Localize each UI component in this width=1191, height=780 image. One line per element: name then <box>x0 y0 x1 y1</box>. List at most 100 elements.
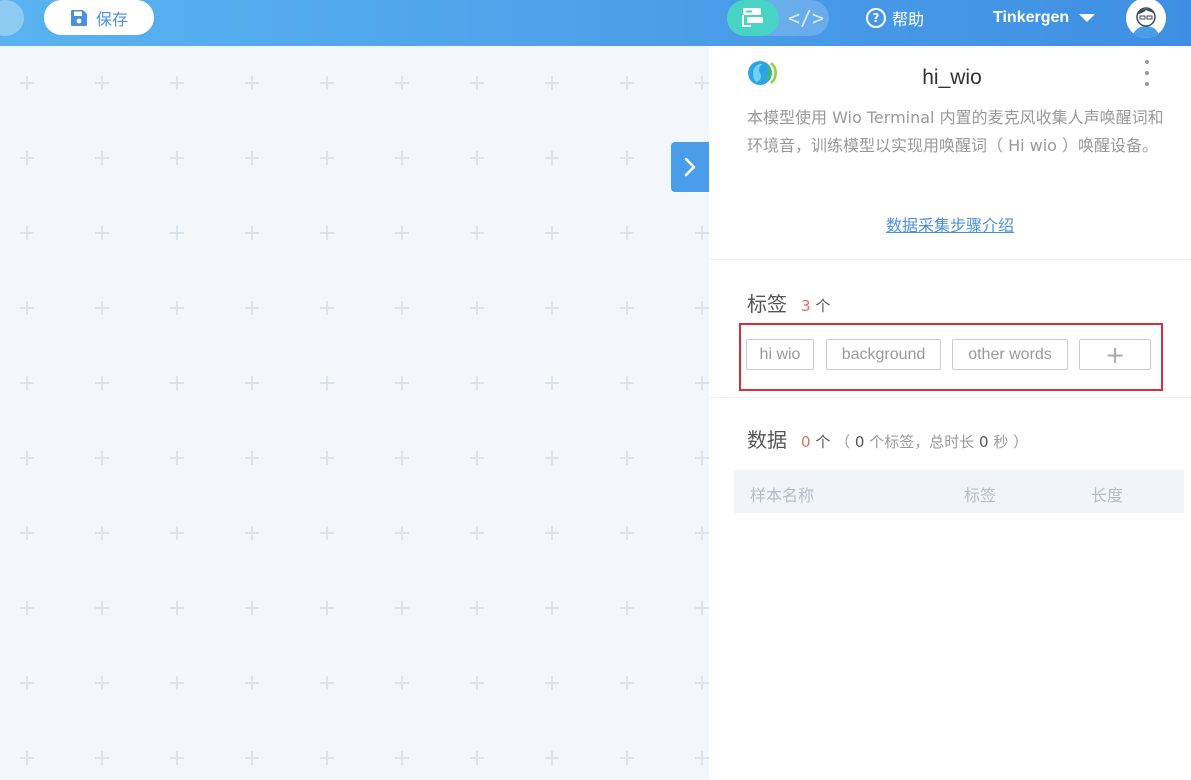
grid-plus-mark <box>170 751 184 765</box>
grid-plus-mark <box>245 226 259 240</box>
grid-plus-mark <box>695 526 709 540</box>
model-panel: hi_wio 本模型使用 Wio Terminal 内置的麦克风收集人声唤醒词和… <box>709 46 1191 780</box>
labels-count-unit: 个 <box>815 297 831 315</box>
block-workspace[interactable] <box>0 46 709 780</box>
column-label[interactable]: 标签 <box>964 482 996 506</box>
data-label-count-unit: 个标签，总时长 <box>869 433 975 451</box>
grid-plus-mark <box>245 76 259 90</box>
grid-plus-mark <box>95 676 109 690</box>
grid-plus-mark <box>320 376 334 390</box>
grid-plus-mark <box>20 751 34 765</box>
grid-plus-mark <box>95 76 109 90</box>
floppy-disk-icon <box>70 9 87 26</box>
grid-plus-mark <box>620 76 634 90</box>
code-mode-button[interactable]: </> <box>783 0 829 36</box>
grid-plus-mark <box>470 301 484 315</box>
grid-plus-mark <box>320 76 334 90</box>
grid-plus-mark <box>320 526 334 540</box>
user-name: Tinkergen <box>993 9 1070 26</box>
grid-plus-mark <box>695 76 709 90</box>
labels-count-number: 3 <box>801 297 811 315</box>
grid-plus-mark <box>20 526 34 540</box>
grid-plus-mark <box>470 601 484 615</box>
grid-plus-mark <box>95 301 109 315</box>
grid-plus-mark <box>170 526 184 540</box>
grid-plus-mark <box>320 451 334 465</box>
grid-plus-mark <box>245 301 259 315</box>
grid-plus-mark <box>20 601 34 615</box>
grid-plus-mark <box>545 226 559 240</box>
grid-plus-mark <box>695 376 709 390</box>
grid-plus-mark <box>20 451 34 465</box>
grid-plus-mark <box>545 451 559 465</box>
grid-plus-mark <box>170 601 184 615</box>
data-section-title: 数据 0 个 （ 0 个标签，总时长 0 秒 ） <box>747 424 1028 453</box>
data-total-duration: 0 <box>979 433 989 451</box>
grid-plus-mark <box>20 151 34 165</box>
save-button[interactable]: 保存 <box>44 0 154 35</box>
data-collection-steps-link[interactable]: 数据采集步骤介绍 <box>709 212 1191 236</box>
grid-plus-mark <box>20 76 34 90</box>
grid-plus-mark <box>320 751 334 765</box>
grid-plus-mark <box>470 376 484 390</box>
kebab-menu-icon[interactable] <box>1137 60 1157 86</box>
grid-plus-mark <box>320 601 334 615</box>
data-close-paren: ） <box>1013 433 1029 451</box>
grid-plus-mark <box>245 526 259 540</box>
grid-plus-mark <box>470 451 484 465</box>
grid-plus-mark <box>620 676 634 690</box>
plus-icon: + <box>1104 340 1126 369</box>
code-icon: </> <box>787 6 825 30</box>
user-menu[interactable]: Tinkergen <box>993 6 1096 30</box>
grid-plus-mark <box>395 451 409 465</box>
grid-plus-mark <box>245 751 259 765</box>
labels-title: 标签 <box>747 292 787 316</box>
grid-plus-mark <box>395 151 409 165</box>
data-count-unit: 个 <box>815 433 831 451</box>
grid-plus-mark <box>620 451 634 465</box>
add-tag-button[interactable]: + <box>1079 339 1151 370</box>
chevron-right-icon <box>684 157 696 177</box>
help-button[interactable]: ? 帮助 <box>866 6 924 30</box>
data-count-number: 0 <box>801 433 811 451</box>
grid-plus-mark <box>620 751 634 765</box>
grid-plus-mark <box>395 226 409 240</box>
grid-plus-mark <box>620 226 634 240</box>
grid-plus-mark <box>545 676 559 690</box>
editor-mode-toggle: </> <box>727 0 829 36</box>
grid-plus-mark <box>320 226 334 240</box>
save-label: 保存 <box>95 9 128 29</box>
workspace-grid <box>20 76 709 765</box>
model-header: hi_wio <box>747 56 1157 89</box>
grid-plus-mark <box>245 151 259 165</box>
grid-plus-mark <box>545 376 559 390</box>
column-sample-name[interactable]: 样本名称 <box>750 482 814 506</box>
grid-plus-mark <box>320 151 334 165</box>
menu-button[interactable] <box>0 0 24 36</box>
grid-plus-mark <box>695 751 709 765</box>
model-name: hi_wio <box>922 66 982 89</box>
data-duration-unit: 秒 <box>993 433 1009 451</box>
data-open-paren: （ <box>835 433 851 451</box>
help-label: 帮助 <box>892 10 925 29</box>
divider <box>709 397 1191 398</box>
tag-other-words[interactable]: other words <box>952 339 1068 370</box>
user-avatar[interactable] <box>1126 0 1166 38</box>
grid-plus-mark <box>170 226 184 240</box>
grid-plus-mark <box>95 376 109 390</box>
avatar-face-icon <box>1127 0 1165 38</box>
data-title: 数据 <box>747 428 787 452</box>
grid-plus-mark <box>470 151 484 165</box>
panel-toggle-button[interactable] <box>671 142 709 192</box>
tag-background[interactable]: background <box>826 339 941 370</box>
question-circle-icon: ? <box>866 8 886 28</box>
grid-plus-mark <box>470 676 484 690</box>
grid-plus-mark <box>95 751 109 765</box>
grid-plus-mark <box>620 601 634 615</box>
grid-plus-mark <box>695 226 709 240</box>
grid-plus-mark <box>695 451 709 465</box>
blocks-mode-button[interactable] <box>727 0 779 36</box>
tag-hi-wio[interactable]: hi wio <box>746 339 814 370</box>
grid-plus-mark <box>395 76 409 90</box>
column-length[interactable]: 长度 <box>1091 482 1123 506</box>
